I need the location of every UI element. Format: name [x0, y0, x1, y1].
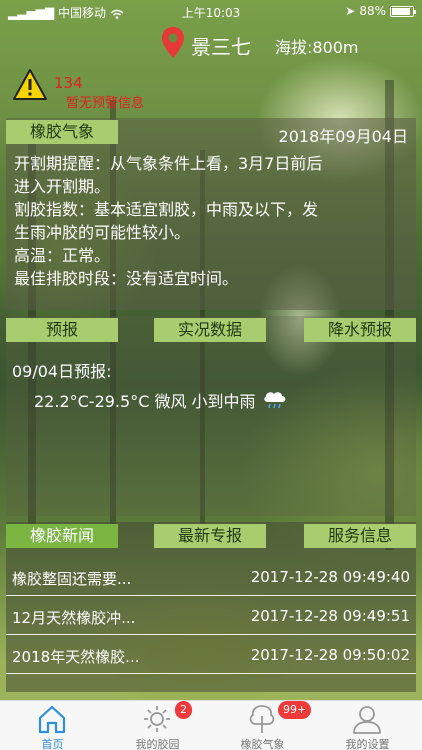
advice-line: 生雨冲胶的可能性较小。 — [14, 223, 191, 242]
tab-latest-report[interactable]: 最新专报 — [154, 524, 266, 548]
garden-badge: 2 — [175, 701, 192, 719]
news-date: 2017-12-28 09:49:40 — [250, 568, 410, 586]
news-item[interactable]: 橡胶整固还需要... 2017-12-28 09:49:40 — [6, 558, 416, 596]
advice-line: 高温：正常。 — [14, 246, 111, 265]
news-date: 2017-12-28 09:49:51 — [250, 607, 410, 625]
tabbar-label: 橡胶气象 — [240, 738, 285, 750]
weather-badge: 99+ — [278, 701, 312, 719]
news-title: 2018年天然橡胶... — [12, 648, 140, 666]
tabbar-my-garden[interactable]: 2 我的胶园 — [105, 701, 210, 750]
tabbar-my-settings[interactable]: 我的设置 — [315, 701, 420, 750]
map-pin-icon — [162, 27, 184, 58]
tabbar-rubber-weather[interactable]: 99+ 橡胶气象 — [210, 701, 315, 750]
tabbar-home[interactable]: 首页 — [0, 701, 105, 750]
advice-line: 开割期提醒：从气象条件上看，3月7日前后 — [14, 154, 323, 173]
forecast-panel: 预报 实况数据 降水预报 09/04日预报: 22.2°C-29.5°C 微风 … — [6, 316, 416, 516]
tabbar-label: 我的胶园 — [135, 738, 180, 750]
tab-service-info[interactable]: 服务信息 — [304, 524, 416, 548]
location-arrow-icon: ➤ — [345, 4, 356, 18]
advice-line: 割胶指数：基本适宜割胶，中雨及以下，发 — [14, 200, 319, 219]
tab-forecast[interactable]: 预报 — [6, 318, 118, 342]
altitude-label: 海拔:800m — [275, 38, 359, 57]
warning-text[interactable]: 暂无预警信息 — [66, 92, 144, 111]
battery-indicator: ➤ 88% — [345, 4, 416, 18]
weather-date: 2018年09月04日 — [278, 127, 408, 146]
status-bar: ▂▃▅▆▇ 中国移动 上午10:03 ➤ 88% — [0, 0, 422, 22]
tab-live-data[interactable]: 实况数据 — [154, 318, 266, 342]
news-panel: 橡胶新闻 最新专报 服务信息 橡胶整固还需要... 2017-12-28 09:… — [6, 522, 416, 692]
news-title: 橡胶整固还需要... — [12, 570, 132, 588]
warning-icon[interactable] — [12, 68, 48, 102]
location-name: 景三七 — [191, 35, 251, 59]
advice-line: 进入开割期。 — [14, 177, 111, 196]
advice-line: 最佳排胶时段：没有适宜时间。 — [14, 269, 239, 288]
sun-icon — [144, 706, 170, 732]
tabbar-label: 首页 — [41, 738, 64, 750]
rubber-weather-panel: 橡胶气象 2018年09月04日 开割期提醒：从气象条件上看，3月7日前后 进入… — [6, 118, 416, 310]
weather-advice: 开割期提醒：从气象条件上看，3月7日前后 进入开割期。 割胶指数：基本适宜割胶，… — [14, 152, 408, 290]
bottom-tab-bar: 首页 2 我的胶园 99+ 橡胶气象 我的设置 — [0, 700, 422, 750]
forecast-detail-row: 22.2°C-29.5°C 微风 小到中雨 — [34, 388, 288, 412]
rain-cloud-icon — [263, 392, 285, 409]
warning-count: 134 — [54, 74, 83, 92]
forecast-detail: 22.2°C-29.5°C 微风 小到中雨 — [34, 392, 256, 411]
tree-icon — [249, 705, 275, 733]
battery-icon — [390, 5, 416, 17]
battery-percent: 88% — [359, 4, 386, 18]
tab-precip-forecast[interactable]: 降水预报 — [304, 318, 416, 342]
person-icon — [353, 706, 381, 734]
location-header[interactable]: 景三七 海拔:800m — [0, 24, 422, 64]
news-item[interactable]: 12月天然橡胶冲... 2017-12-28 09:49:51 — [6, 597, 416, 635]
news-item[interactable]: 2018年天然橡胶... 2017-12-28 09:50:02 — [6, 636, 416, 674]
tab-rubber-news[interactable]: 橡胶新闻 — [6, 524, 118, 548]
home-icon — [38, 705, 66, 734]
forecast-title: 09/04日预报: — [12, 362, 112, 381]
news-title: 12月天然橡胶冲... — [12, 609, 136, 627]
tab-rubber-weather[interactable]: 橡胶气象 — [6, 120, 118, 144]
news-date: 2017-12-28 09:50:02 — [250, 646, 410, 664]
tabbar-label: 我的设置 — [345, 738, 390, 750]
